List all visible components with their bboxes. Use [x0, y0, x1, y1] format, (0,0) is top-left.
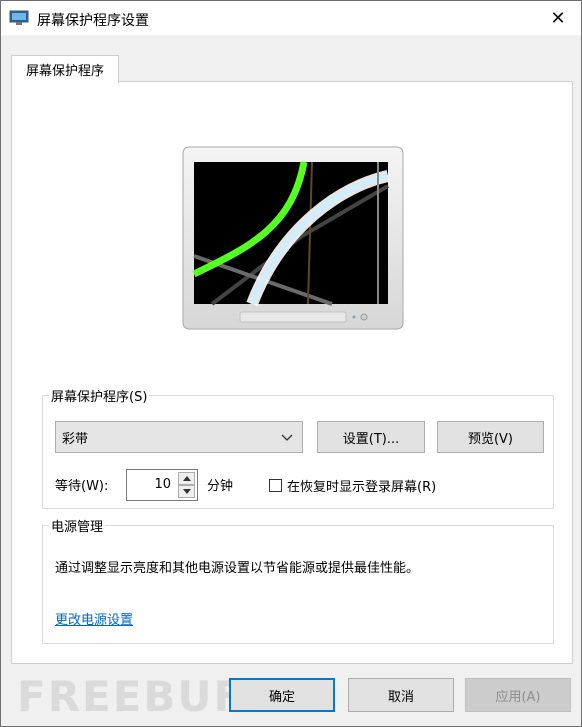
preview-button-label: 预览(V) [467, 431, 514, 447]
display-settings-icon [9, 10, 29, 25]
screensaver-selected: 彩带 [62, 431, 89, 447]
wait-label: 等待(W): [55, 479, 109, 494]
preview-button[interactable]: 预览(V) [437, 421, 544, 453]
chevron-down-icon [281, 434, 293, 441]
screensaver-group-label: 屏幕保护程序(S) [51, 390, 148, 405]
ok-button[interactable]: 确定 [229, 678, 335, 712]
title-bar: 屏幕保护程序设置 ✕ [1, 1, 581, 35]
power-management-group: 电源管理 通过调整显示亮度和其他电源设置以节省能源或提供最佳性能。 更改电源设置 [42, 516, 554, 644]
power-description: 通过调整显示亮度和其他电源设置以节省能源或提供最佳性能。 [55, 561, 420, 576]
settings-button[interactable]: 设置(T)... [317, 421, 425, 453]
monitor-preview-image [182, 146, 404, 330]
tab-screensaver[interactable]: 屏幕保护程序 [11, 55, 119, 83]
cancel-button-label: 取消 [387, 689, 414, 705]
wait-minutes-value[interactable]: 10 [154, 477, 171, 492]
power-group-label: 电源管理 [51, 520, 104, 535]
window-title: 屏幕保护程序设置 [37, 13, 149, 29]
increment-button[interactable] [178, 472, 195, 485]
ok-button-label: 确定 [268, 689, 295, 705]
watermark-logo: FREEBUF [17, 672, 245, 721]
settings-button-label: 设置(T)... [342, 431, 400, 447]
resume-login-checkbox[interactable] [269, 479, 282, 492]
screensaver-group: 屏幕保护程序(S) 彩带 设置(T)... 预览(V) 等待(W): 10 分钟… [42, 386, 554, 509]
tab-label: 屏幕保护程序 [25, 64, 104, 79]
resume-login-label[interactable]: 在恢复时显示登录屏幕(R) [287, 476, 436, 495]
change-power-settings-link[interactable]: 更改电源设置 [55, 609, 133, 628]
apply-button[interactable]: 应用(A) [465, 678, 571, 712]
screensaver-settings-window: 屏幕保护程序设置 ✕ 屏幕保护程序 屏幕保护程序(S) 彩带 设置(T)... … [0, 0, 582, 727]
decrement-button[interactable] [178, 485, 195, 498]
close-icon: ✕ [550, 7, 566, 29]
minutes-label: 分钟 [207, 479, 234, 494]
arrow-up-icon [183, 476, 191, 481]
screensaver-select[interactable]: 彩带 [55, 421, 303, 453]
arrow-down-icon [183, 489, 191, 494]
tab-panel: 屏幕保护程序(S) 彩带 设置(T)... 预览(V) 等待(W): 10 分钟… [11, 81, 573, 664]
cancel-button[interactable]: 取消 [348, 678, 454, 712]
close-button[interactable]: ✕ [535, 1, 581, 35]
apply-button-label: 应用(A) [495, 689, 541, 705]
wait-minutes-stepper[interactable]: 10 [126, 469, 198, 501]
